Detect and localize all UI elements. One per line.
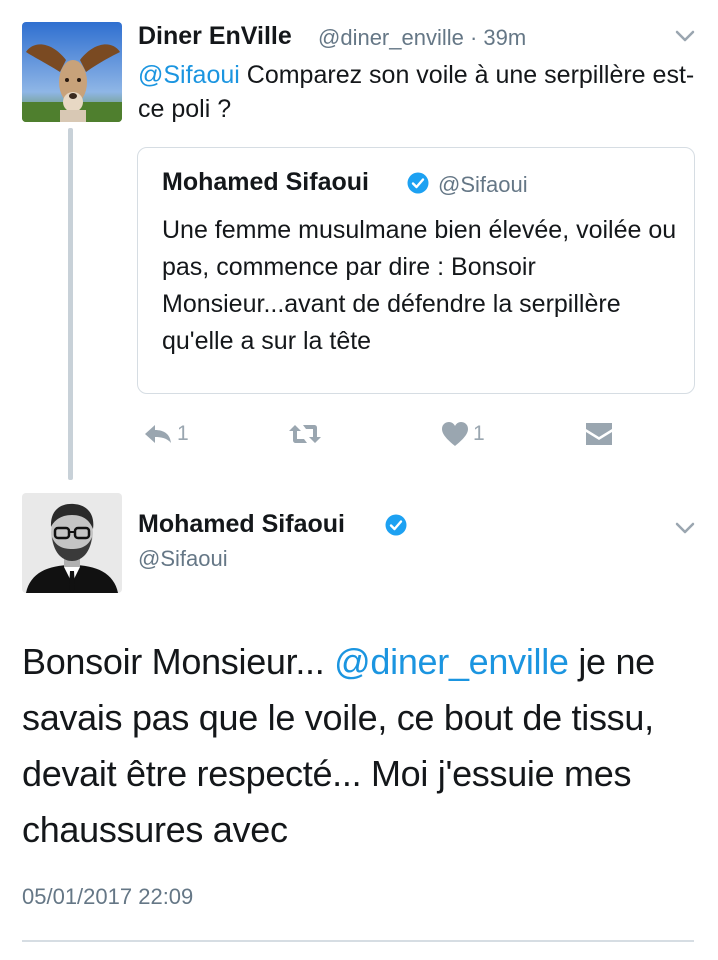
message-icon bbox=[586, 423, 612, 445]
avatar[interactable] bbox=[22, 22, 122, 122]
quoted-display-name[interactable]: Mohamed Sifaoui bbox=[162, 168, 369, 197]
chevron-down-icon[interactable] bbox=[672, 518, 698, 538]
tweet-text: Bonsoir Monsieur... @diner_enville je ne… bbox=[22, 634, 702, 858]
display-name[interactable]: Diner EnVille bbox=[138, 22, 292, 51]
reply-count: 1 bbox=[177, 422, 189, 445]
handle-and-time[interactable]: @diner_enville · 39m bbox=[318, 25, 526, 51]
divider bbox=[22, 940, 694, 942]
heart-icon bbox=[442, 422, 468, 446]
like-count: 1 bbox=[473, 422, 485, 445]
quoted-handle[interactable]: @Sifaoui bbox=[438, 172, 528, 198]
thread-line bbox=[68, 128, 73, 480]
mention-link[interactable]: @diner_enville bbox=[334, 641, 569, 682]
retweet-button[interactable] bbox=[287, 420, 327, 448]
message-button[interactable] bbox=[585, 420, 613, 448]
avatar[interactable] bbox=[22, 493, 122, 593]
mention-link[interactable]: @Sifaoui bbox=[138, 61, 240, 89]
chevron-down-icon[interactable] bbox=[672, 26, 698, 46]
like-button[interactable]: 1 bbox=[441, 420, 485, 448]
verified-badge-icon bbox=[407, 172, 429, 194]
verified-badge-icon bbox=[385, 514, 407, 536]
retweet-icon bbox=[289, 425, 321, 443]
quoted-tweet-text: Une femme musulmane bien élevée, voilée … bbox=[162, 216, 677, 355]
timestamp[interactable]: 05/01/2017 22:09 bbox=[22, 884, 193, 910]
reply-button[interactable]: 1 bbox=[143, 420, 189, 448]
display-name[interactable]: Mohamed Sifaoui bbox=[138, 510, 345, 539]
tweet-text-start: Bonsoir Monsieur... bbox=[22, 641, 335, 682]
tweet-text: @Sifaoui Comparez son voile à une serpil… bbox=[138, 58, 698, 126]
reply-icon bbox=[145, 425, 171, 443]
portrait-avatar-image bbox=[22, 493, 122, 593]
handle[interactable]: @Sifaoui bbox=[138, 546, 228, 572]
basset-hound-avatar-image bbox=[22, 22, 122, 122]
